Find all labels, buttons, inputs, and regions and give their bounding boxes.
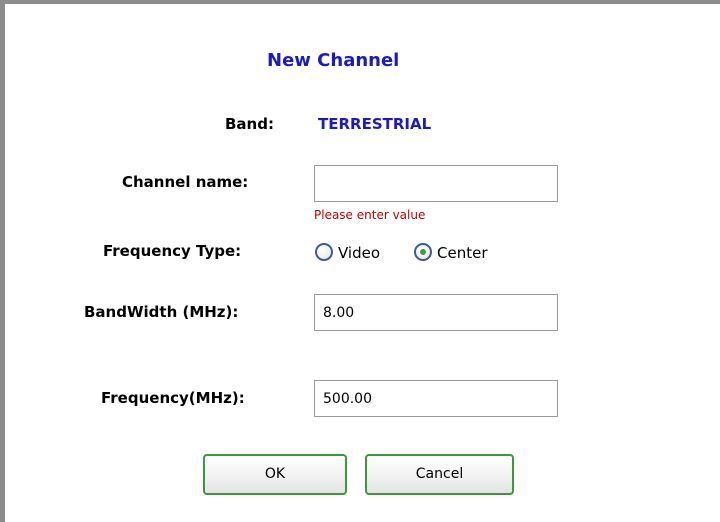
channel-name-label: Channel name: bbox=[122, 173, 249, 191]
new-channel-dialog: New Channel Band: TERRESTRIAL Channel na… bbox=[0, 0, 720, 522]
band-label: Band: bbox=[225, 115, 274, 133]
cancel-button[interactable]: Cancel bbox=[365, 454, 514, 495]
radio-selected-dot bbox=[420, 249, 426, 255]
frequency-type-center-label[interactable]: Center bbox=[437, 244, 488, 262]
frequency-type-center-radio[interactable] bbox=[414, 243, 432, 261]
channel-name-error: Please enter value bbox=[314, 208, 426, 222]
frequency-type-label: Frequency Type: bbox=[103, 242, 242, 260]
frequency-type-video-label[interactable]: Video bbox=[338, 244, 380, 262]
channel-name-input[interactable] bbox=[314, 165, 558, 202]
bandwidth-label: BandWidth (MHz): bbox=[84, 303, 239, 321]
bandwidth-input[interactable] bbox=[314, 294, 558, 331]
frequency-input[interactable] bbox=[314, 380, 558, 417]
frequency-label: Frequency(MHz): bbox=[101, 389, 245, 407]
dialog-title: New Channel bbox=[267, 50, 400, 71]
frequency-type-video-radio[interactable] bbox=[315, 243, 333, 261]
band-value: TERRESTRIAL bbox=[318, 115, 432, 133]
ok-button[interactable]: OK bbox=[203, 454, 347, 495]
